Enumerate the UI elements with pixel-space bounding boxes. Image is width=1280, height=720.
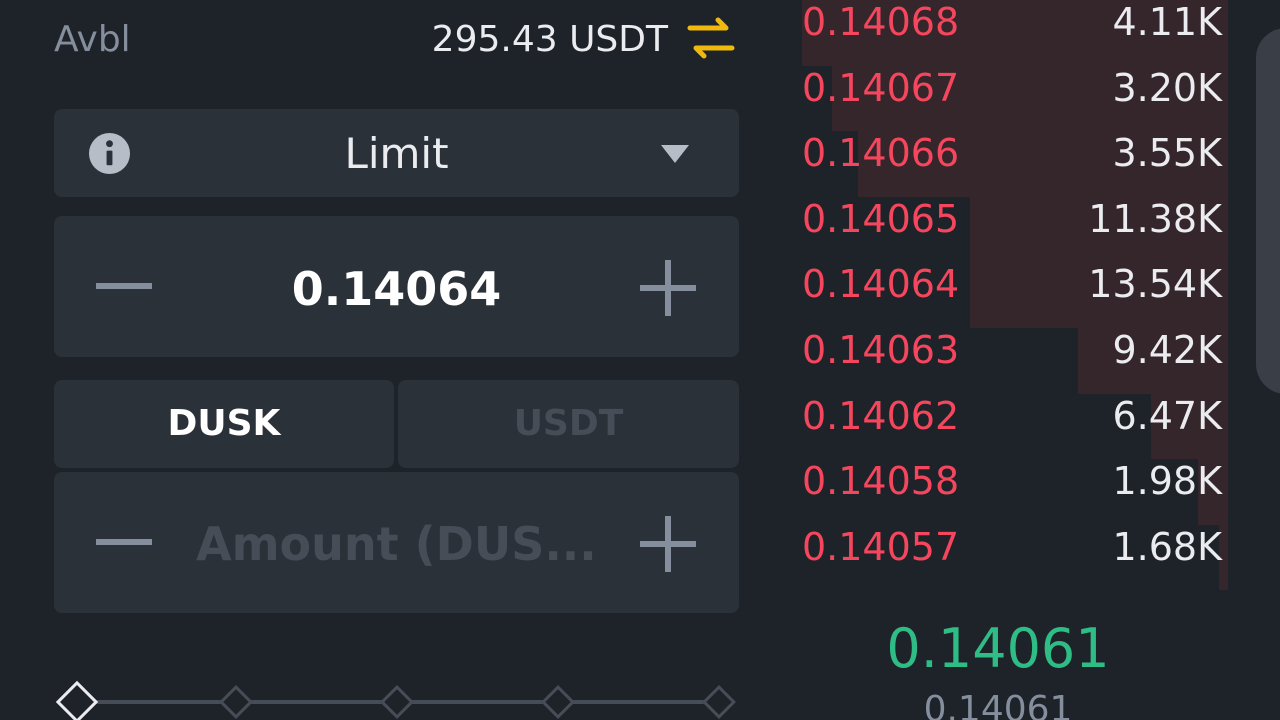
mark-price: 0.14061 (923, 689, 1073, 720)
slider-node-0[interactable] (55, 680, 99, 720)
slider-node-100[interactable] (702, 685, 736, 719)
price-stepper: 0.14064 (54, 216, 739, 357)
unit-tab-usdt[interactable]: USDT (398, 380, 739, 468)
ask-price: 0.14066 (802, 131, 960, 176)
ask-price: 0.14067 (802, 65, 960, 110)
order-book-row[interactable]: 0.14057 1.68K (798, 512, 1228, 591)
ask-price: 0.14057 (802, 524, 960, 569)
amount-percent-slider[interactable] (54, 680, 739, 720)
trade-screen: Avbl 295.43 USDT Limit 0.14064 DUSK USDT (0, 0, 1280, 720)
slider-node-25[interactable] (219, 685, 253, 719)
ask-quantity: 3.20K (1112, 65, 1222, 110)
amount-increase-button[interactable] (638, 514, 698, 574)
ask-quantity: 6.47K (1112, 393, 1222, 438)
ask-price: 0.14065 (802, 196, 960, 241)
ask-price: 0.14062 (802, 393, 960, 438)
ask-price: 0.14064 (802, 262, 960, 307)
ask-quantity: 1.68K (1112, 524, 1222, 569)
caret-down-icon (661, 145, 689, 163)
order-book-row[interactable]: 0.14058 1.98K (798, 447, 1228, 525)
ask-quantity: 13.54K (1088, 262, 1222, 307)
price-increase-button[interactable] (638, 258, 698, 318)
ask-quantity: 4.11K (1112, 0, 1222, 44)
slider-node-75[interactable] (541, 685, 575, 719)
order-book-asks: 0.14068 4.11K 0.14067 3.20K 0.14066 3.55K 0.14… (798, 0, 1228, 591)
swap-arrows-icon[interactable] (686, 14, 736, 62)
last-price[interactable]: 0.14061 (800, 618, 1196, 680)
ask-quantity: 1.98K (1112, 459, 1222, 504)
amount-stepper (54, 472, 739, 613)
amount-input[interactable] (194, 516, 603, 572)
ask-quantity: 9.42K (1112, 327, 1222, 372)
amount-decrease-button[interactable] (94, 512, 154, 572)
order-type-dropdown[interactable]: Limit (54, 109, 739, 197)
ask-quantity: 3.55K (1112, 131, 1222, 176)
ask-price: 0.14058 (802, 459, 960, 504)
order-type-label: Limit (344, 129, 449, 178)
slider-node-50[interactable] (380, 685, 414, 719)
price-input[interactable]: 0.14064 (54, 262, 739, 316)
order-book-row[interactable]: 0.14062 6.47K (798, 381, 1228, 460)
ask-price: 0.14068 (802, 0, 960, 44)
scroll-handle[interactable] (1256, 28, 1280, 394)
ask-quantity: 11.38K (1088, 196, 1222, 241)
available-balance-label: Avbl (54, 19, 131, 60)
ask-price: 0.14063 (802, 327, 960, 372)
unit-tab-dusk[interactable]: DUSK (54, 380, 394, 468)
available-balance-value: 295.43 USDT (431, 19, 668, 60)
